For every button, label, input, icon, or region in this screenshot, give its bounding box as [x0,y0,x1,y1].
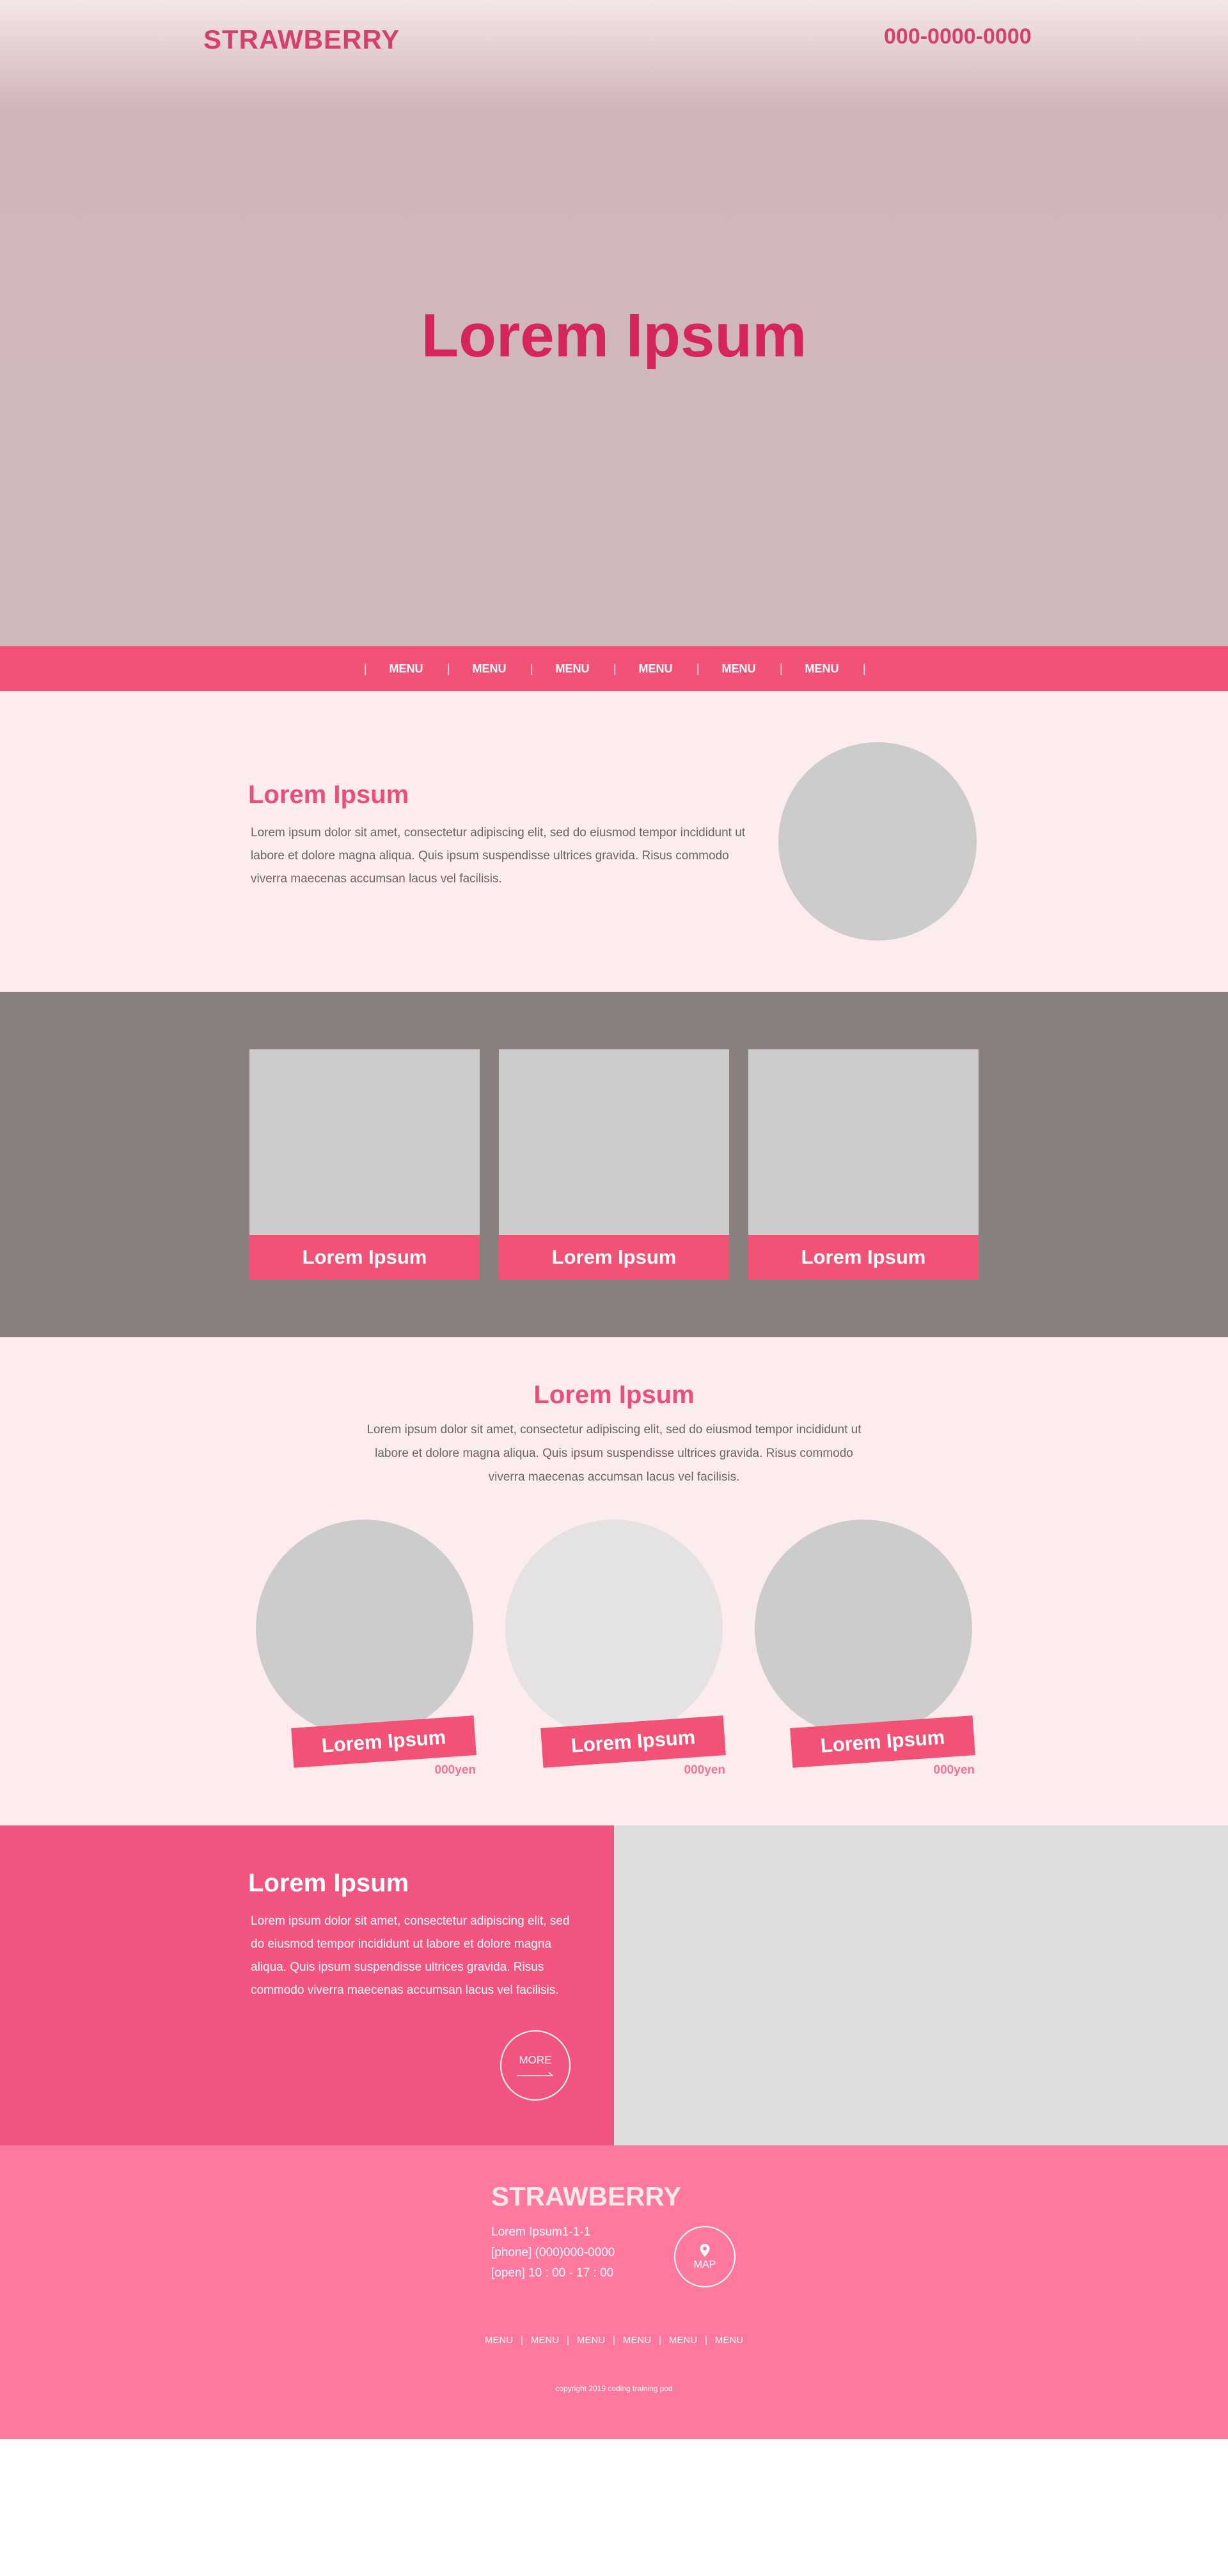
nav-separator: | [863,662,866,675]
cards-section: Lorem Ipsum Lorem Ipsum Lorem Ipsum [0,992,1228,1337]
feature-text: Lorem ipsum dolor sit amet, consectetur … [251,1914,570,1997]
map-pin-icon [700,2243,710,2257]
product-price: 000yen [434,1763,476,1777]
map-label: MAP [693,2259,716,2270]
products-title: Lorem Ipsum [533,1381,695,1409]
card-label: Lorem Ipsum [249,1235,480,1280]
footer-hours: [open] 10 : 00 - 17 : 00 [491,2266,614,2280]
footer-nav-separator: | [567,2335,569,2346]
product-item-3: Lorem Ipsum 000yen [755,1520,975,1788]
footer-nav-separator: | [521,2335,523,2346]
footer: STRAWBERRY Lorem Ipsum1-1-1 [phone] (000… [0,2145,1228,2439]
footer-info: Lorem Ipsum1-1-1 [phone] (000)000-0000 [… [491,2222,615,2284]
nav-item-3[interactable]: MENU [531,662,613,676]
header-phone[interactable]: 000-0000-0000 [884,24,1032,49]
product-image-placeholder [256,1520,473,1737]
feature-section: Lorem Ipsum Lorem ipsum dolor sit amet, … [0,1825,1228,2145]
map-button[interactable]: MAP [674,2226,736,2287]
card-1[interactable]: Lorem Ipsum [249,1049,480,1280]
main-nav: | MENU | MENU | MENU | MENU | MENU | MEN… [0,646,1228,691]
intro-section: Lorem Ipsum Lorem ipsum dolor sit amet, … [0,691,1228,992]
arrow-right-icon [517,2072,553,2076]
intro-title: Lorem Ipsum [248,781,409,809]
footer-nav-item-3[interactable]: MENU [573,2335,609,2346]
card-label: Lorem Ipsum [499,1235,729,1280]
footer-nav-item-5[interactable]: MENU [665,2335,701,2346]
product-item-1: Lorem Ipsum 000yen [256,1520,476,1788]
nav-item-2[interactable]: MENU [448,662,530,676]
footer-logo[interactable]: STRAWBERRY [491,2181,681,2212]
product-price: 000yen [684,1763,725,1777]
footer-address: Lorem Ipsum1-1-1 [491,2225,591,2239]
nav-item-5[interactable]: MENU [698,662,780,676]
nav-item-1[interactable]: MENU [365,662,447,676]
copyright: copyright 2019 coding training pod [555,2384,673,2393]
footer-nav-item-2[interactable]: MENU [527,2335,563,2346]
footer-nav: MENU | MENU | MENU | MENU | MENU | MENU [0,2335,1228,2346]
nav-item-6[interactable]: MENU [781,662,863,676]
products-section: Lorem Ipsum Lorem ipsum dolor sit amet, … [0,1337,1228,1825]
intro-image-placeholder [778,742,977,941]
site-logo[interactable]: STRAWBERRY [203,24,400,55]
feature-image-placeholder [614,1825,1228,2145]
footer-phone: [phone] (000)000-0000 [491,2246,615,2259]
product-image-placeholder [505,1520,723,1737]
hero-section: STRAWBERRY 000-0000-0000 Lorem Ipsum [0,0,1228,646]
card-3[interactable]: Lorem Ipsum [748,1049,979,1280]
intro-text: Lorem ipsum dolor sit amet, consectetur … [251,826,746,886]
footer-nav-item-1[interactable]: MENU [481,2335,517,2346]
nav-item-4[interactable]: MENU [615,662,697,676]
card-label: Lorem Ipsum [748,1235,979,1280]
card-2[interactable]: Lorem Ipsum [499,1049,729,1280]
product-image-placeholder [755,1520,972,1737]
footer-nav-separator: | [659,2335,661,2346]
footer-nav-separator: | [705,2335,707,2346]
footer-nav-separator: | [613,2335,615,2346]
product-item-2: Lorem Ipsum 000yen [505,1520,726,1788]
product-price: 000yen [933,1763,975,1777]
page-bottom-space [0,2439,1228,2576]
products-text: Lorem ipsum dolor sit amet, consectetur … [366,1423,862,1484]
more-button[interactable]: MORE [500,2030,571,2101]
hero-title: Lorem Ipsum [421,301,807,370]
feature-title: Lorem Ipsum [248,1869,409,1897]
more-label: MORE [519,2054,552,2066]
footer-nav-item-4[interactable]: MENU [619,2335,655,2346]
feature-text-panel: Lorem Ipsum Lorem ipsum dolor sit amet, … [0,1825,614,2145]
footer-nav-item-6[interactable]: MENU [711,2335,747,2346]
